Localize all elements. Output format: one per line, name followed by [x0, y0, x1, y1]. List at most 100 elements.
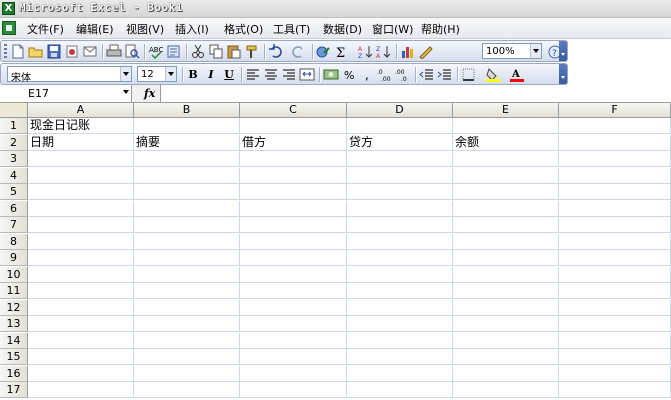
cell-e17[interactable]	[453, 382, 559, 398]
cell-b1[interactable]	[134, 118, 240, 134]
cell-a12[interactable]	[28, 299, 134, 316]
font-size-select[interactable]: 12	[137, 66, 177, 82]
row-header-6[interactable]: 6	[0, 200, 28, 217]
row-header-3[interactable]: 3	[0, 151, 28, 167]
cell-d10[interactable]	[347, 266, 453, 283]
row-header-7[interactable]: 7	[0, 217, 28, 233]
sort-descending-icon[interactable]: ZA	[376, 44, 392, 59]
align-center-icon[interactable]	[263, 67, 279, 82]
cell-c3[interactable]	[240, 151, 347, 167]
column-header-f[interactable]: F	[559, 103, 671, 118]
cell-f1[interactable]	[559, 118, 671, 134]
column-header-a[interactable]: A	[28, 103, 134, 118]
cell-f16[interactable]	[559, 365, 671, 382]
cell-d9[interactable]	[347, 250, 453, 266]
cell-e4[interactable]	[453, 167, 559, 184]
cell-c15[interactable]	[240, 349, 347, 365]
cell-c9[interactable]	[240, 250, 347, 266]
cell-c2[interactable]: 借方	[240, 134, 347, 151]
decrease-decimal-icon[interactable]: .00.0	[395, 67, 411, 82]
cell-e3[interactable]	[453, 151, 559, 167]
cell-c16[interactable]	[240, 365, 347, 382]
cell-f3[interactable]	[559, 151, 671, 167]
row-header-10[interactable]: 10	[0, 266, 28, 283]
cell-a15[interactable]	[28, 349, 134, 365]
cell-d3[interactable]	[347, 151, 453, 167]
drawing-icon[interactable]	[418, 44, 434, 59]
cell-c12[interactable]	[240, 299, 347, 316]
cell-b9[interactable]	[134, 250, 240, 266]
chevron-down-icon[interactable]	[123, 90, 129, 97]
cut-icon[interactable]	[190, 44, 206, 59]
bold-button[interactable]: B	[185, 67, 201, 82]
chevron-down-icon[interactable]	[530, 44, 541, 58]
cell-b11[interactable]	[134, 283, 240, 299]
spelling-icon[interactable]: ABC	[148, 44, 164, 59]
cell-e11[interactable]	[453, 283, 559, 299]
menu-file[interactable]: 文件(F)	[27, 21, 64, 37]
cell-e8[interactable]	[453, 233, 559, 250]
column-header-b[interactable]: B	[134, 103, 240, 118]
select-all-button[interactable]	[0, 103, 28, 118]
cell-b4[interactable]	[134, 167, 240, 184]
cell-a2[interactable]: 日期	[28, 134, 134, 151]
cell-b6[interactable]	[134, 200, 240, 217]
cell-e6[interactable]	[453, 200, 559, 217]
percent-icon[interactable]: %	[341, 67, 357, 82]
merge-center-icon[interactable]	[299, 67, 315, 82]
cell-d15[interactable]	[347, 349, 453, 365]
cell-e7[interactable]	[453, 217, 559, 233]
open-icon[interactable]	[28, 44, 44, 59]
formula-input[interactable]	[160, 85, 671, 102]
cell-f12[interactable]	[559, 299, 671, 316]
row-header-17[interactable]: 17	[0, 382, 28, 398]
menu-format[interactable]: 格式(O)	[224, 21, 263, 37]
cell-e2[interactable]: 余额	[453, 134, 559, 151]
row-header-12[interactable]: 12	[0, 299, 28, 316]
increase-indent-icon[interactable]	[437, 67, 453, 82]
cell-f9[interactable]	[559, 250, 671, 266]
cell-d11[interactable]	[347, 283, 453, 299]
row-header-2[interactable]: 2	[0, 134, 28, 151]
italic-button[interactable]: I	[203, 67, 219, 82]
cell-f2[interactable]	[559, 134, 671, 151]
cell-d7[interactable]	[347, 217, 453, 233]
row-header-11[interactable]: 11	[0, 283, 28, 299]
cell-a11[interactable]	[28, 283, 134, 299]
hyperlink-icon[interactable]	[316, 44, 332, 59]
insert-function-icon[interactable]: fx	[144, 87, 155, 100]
cell-f6[interactable]	[559, 200, 671, 217]
cell-d17[interactable]	[347, 382, 453, 398]
row-header-5[interactable]: 5	[0, 184, 28, 200]
align-right-icon[interactable]	[281, 67, 297, 82]
undo-icon[interactable]	[268, 44, 284, 59]
cell-b3[interactable]	[134, 151, 240, 167]
chevron-down-icon[interactable]	[165, 67, 176, 81]
cell-b7[interactable]	[134, 217, 240, 233]
permission-icon[interactable]	[64, 44, 80, 59]
excel-app-icon[interactable]: X	[2, 2, 15, 15]
cell-c1[interactable]	[240, 118, 347, 134]
menu-data[interactable]: 数据(D)	[323, 21, 362, 37]
menu-view[interactable]: 视图(V)	[126, 21, 164, 37]
column-header-c[interactable]: C	[240, 103, 347, 118]
borders-icon[interactable]	[461, 67, 477, 82]
cell-a7[interactable]	[28, 217, 134, 233]
cell-e10[interactable]	[453, 266, 559, 283]
cell-f11[interactable]	[559, 283, 671, 299]
print-icon[interactable]	[106, 44, 122, 59]
cell-a9[interactable]	[28, 250, 134, 266]
cell-c10[interactable]	[240, 266, 347, 283]
cell-f17[interactable]	[559, 382, 671, 398]
cell-b10[interactable]	[134, 266, 240, 283]
save-icon[interactable]	[46, 44, 62, 59]
cell-f14[interactable]	[559, 332, 671, 349]
menu-insert[interactable]: 插入(I)	[175, 21, 209, 37]
cell-b15[interactable]	[134, 349, 240, 365]
cell-b16[interactable]	[134, 365, 240, 382]
cell-e14[interactable]	[453, 332, 559, 349]
cell-b12[interactable]	[134, 299, 240, 316]
cell-b13[interactable]	[134, 316, 240, 332]
cell-f10[interactable]	[559, 266, 671, 283]
chevron-down-icon[interactable]	[120, 67, 131, 81]
